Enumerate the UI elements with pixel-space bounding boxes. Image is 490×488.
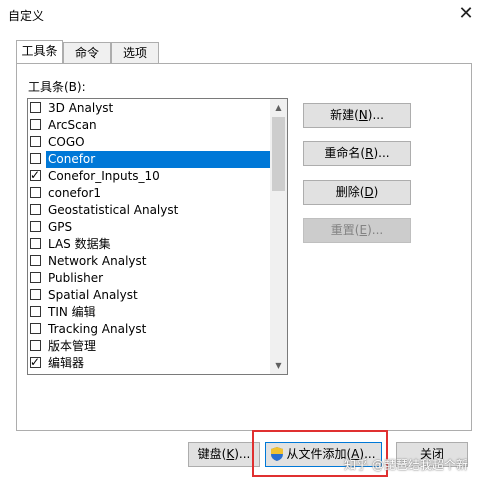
delete-button-label: 删除( [335,185,365,199]
toolbar-checkbox[interactable] [30,221,41,232]
reset-button[interactable]: 重置(E)... [303,218,411,243]
toolbar-item-label: Network Analyst [48,254,147,268]
tab-options[interactable]: 选项 [111,42,159,63]
new-button-suffix: )... [367,108,384,122]
keyboard-button-suffix: )... [234,447,251,461]
scroll-thumb[interactable] [272,117,285,191]
toolbar-list-item[interactable]: ArcScan [28,117,270,134]
keyboard-button-label: 键盘( [197,447,227,461]
toolbar-list-item[interactable]: 版本管理 [28,338,270,355]
toolbar-checkbox[interactable] [30,255,41,266]
toolbar-list-item[interactable]: COGO [28,134,270,151]
toolbar-item-label: 版本管理 [48,339,97,353]
toolbar-checkbox[interactable] [30,340,41,351]
reset-button-label: 重置( [330,223,360,237]
toolbar-item-label: Publisher [48,271,104,285]
toolbar-checkbox[interactable] [30,289,41,300]
delete-button[interactable]: 删除(D) [303,180,411,205]
toolbar-checkbox[interactable] [30,272,41,283]
scroll-up-icon[interactable]: ▲ [270,99,287,116]
new-button-label: 新建( [330,108,359,122]
toolbar-checkbox[interactable] [30,238,41,249]
tab-toolbars[interactable]: 工具条 [16,40,63,63]
toolbar-checkbox[interactable] [30,119,41,130]
toolbar-item-label: Conefor_Inputs_10 [48,169,160,183]
watermark-text: 知乎 @琵琶结我超个新 [344,458,468,472]
toolbar-item-label: GPS [48,220,73,234]
toolbar-item-label: Conefor [45,150,272,169]
toolbar-list-item[interactable]: GPS [28,219,270,236]
keyboard-button[interactable]: 键盘(K)... [188,442,260,467]
toolbar-list-item[interactable]: 编辑器 [28,354,270,372]
delete-button-key: D [364,185,374,199]
toolbar-checkbox[interactable] [30,167,41,184]
window-title: 自定义 [8,9,45,23]
toolbars-listbox[interactable]: 3D Analyst ArcScan COGOConeforConefor_Inpu… [27,98,288,375]
new-button-key: N [358,108,368,122]
reset-button-suffix: )... [367,223,384,237]
toolbar-list-item[interactable]: conefor1 [28,185,270,202]
toolbar-checkbox[interactable] [30,153,41,164]
toolbar-item-label: LAS 数据集 [48,237,111,251]
toolbar-item-label: 编辑器 [48,356,85,370]
delete-button-suffix: ) [373,185,379,199]
rename-button[interactable]: 重命名(R)... [303,141,411,166]
toolbar-list-item[interactable]: Conefor_Inputs_10 [28,167,270,185]
toolbar-checkbox[interactable] [30,102,41,113]
toolbar-list-item[interactable]: Conefor [28,150,272,169]
toolbar-list-item[interactable]: Spatial Analyst [28,287,270,304]
list-scrollbar[interactable]: ▲ ▼ [270,99,287,374]
toolbar-item-label: 3D Analyst [48,101,114,115]
toolbar-checkbox[interactable] [30,354,41,371]
toolbar-checkbox[interactable] [30,306,41,317]
toolbar-item-label: Geostatistical Analyst [48,203,179,217]
toolbar-item-label: conefor1 [48,186,102,200]
new-button[interactable]: 新建(N)... [303,103,411,128]
toolbar-checkbox[interactable] [30,204,41,215]
toolbar-list-item[interactable]: TIN 编辑 [28,304,270,321]
close-icon[interactable]: ✕ [453,3,479,25]
rename-button-label: 重命名( [324,146,366,160]
toolbar-item-label: TIN 编辑 [48,305,96,319]
toolbar-list-item[interactable]: Tracking Analyst [28,321,270,338]
toolbar-checkbox[interactable] [30,187,41,198]
toolbar-item-label: ArcScan [48,118,97,132]
toolbars-list-label: 工具条(B): [28,80,86,94]
toolbar-item-label: Tracking Analyst [48,322,147,336]
toolbar-list-item[interactable]: Network Analyst [28,253,270,270]
toolbar-checkbox[interactable] [30,136,41,147]
scroll-down-icon[interactable]: ▼ [270,357,287,374]
toolbar-list-item[interactable]: Geostatistical Analyst [28,202,270,219]
toolbar-item-label: Spatial Analyst [48,288,138,302]
toolbar-list-item[interactable]: LAS 数据集 [28,236,270,253]
tab-commands[interactable]: 命令 [63,42,111,63]
reset-button-key: E [359,223,368,237]
rename-button-suffix: )... [373,146,390,160]
toolbar-checkbox[interactable] [30,323,41,334]
toolbar-item-label: COGO [48,135,85,149]
toolbar-list-item[interactable]: Publisher [28,270,270,287]
toolbar-list-item[interactable]: 3D Analyst [28,100,270,117]
